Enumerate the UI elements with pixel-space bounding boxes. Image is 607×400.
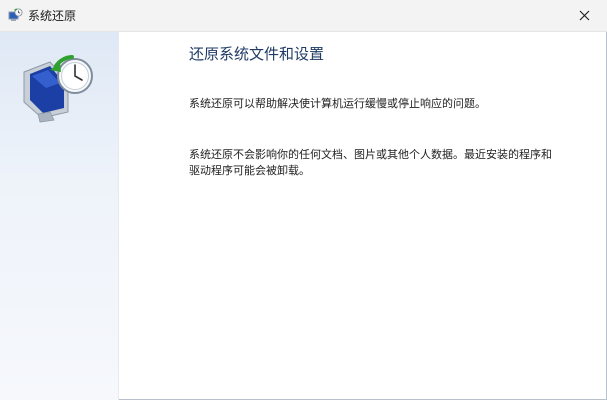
system-restore-monitor-icon bbox=[23, 55, 93, 123]
page-heading: 还原系统文件和设置 bbox=[189, 45, 325, 63]
description-paragraph-2: 系统还原不会影响你的任何文档、图片或其他个人数据。最近安装的程序和驱动程序可能会… bbox=[189, 148, 552, 177]
close-button[interactable] bbox=[561, 0, 607, 31]
close-icon bbox=[579, 10, 589, 21]
system-restore-icon bbox=[8, 8, 23, 21]
system-restore-window: 系统还原 还原系统文件和设置 系统还原可以帮助解决使计算机运行缓慢或停止响应的问… bbox=[0, 0, 607, 400]
title-bar: 系统还原 bbox=[0, 0, 607, 32]
main-content: 还原系统文件和设置 系统还原可以帮助解决使计算机运行缓慢或停止响应的问题。 系统… bbox=[119, 32, 607, 400]
sidebar-panel bbox=[0, 32, 119, 400]
window-title: 系统还原 bbox=[28, 9, 77, 23]
description-paragraph-1: 系统还原可以帮助解决使计算机运行缓慢或停止响应的问题。 bbox=[189, 97, 486, 110]
